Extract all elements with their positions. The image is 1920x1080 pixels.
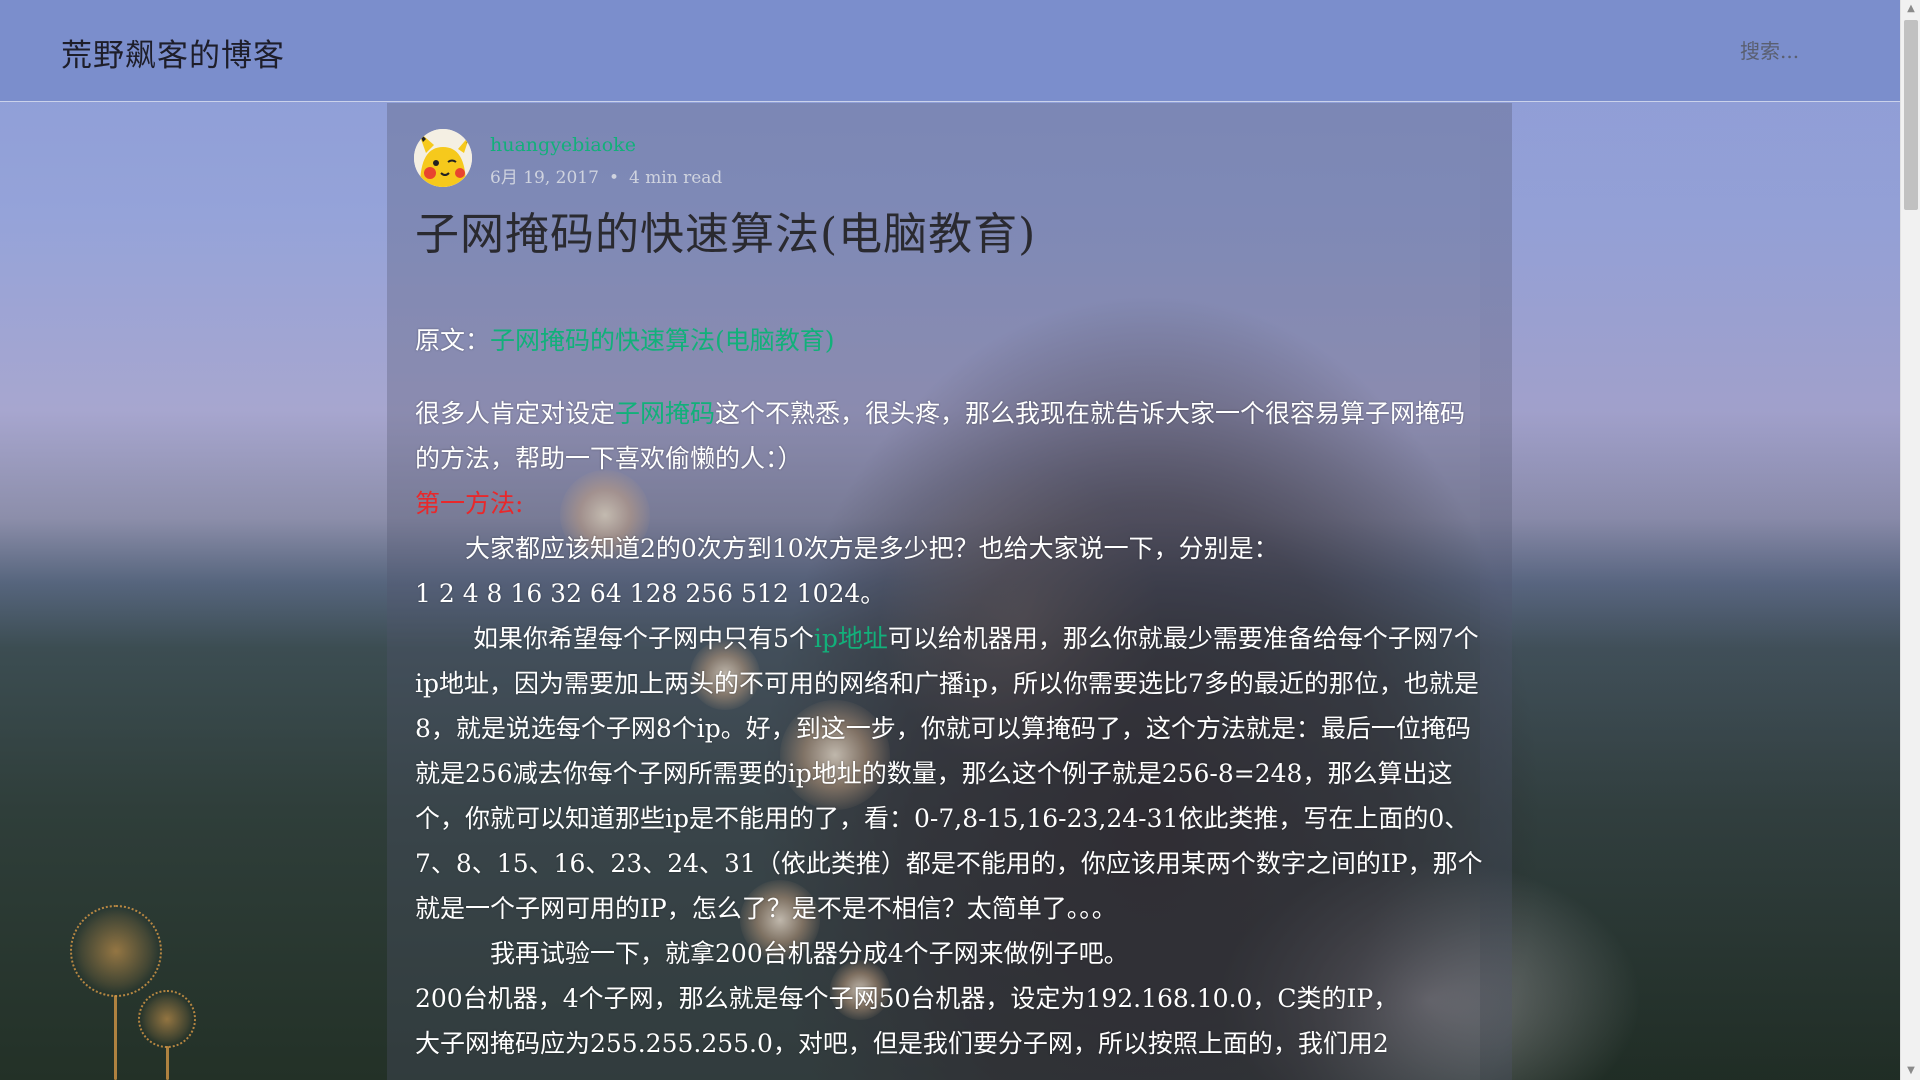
intro-paragraph: 很多人肯定对设定子网掩码这个不熟悉，很头疼，那么我现在就告诉大家一个很容易算子网… [415, 391, 1490, 481]
dandelion-decoration [70, 905, 162, 997]
article-body: 原文：子网掩码的快速算法(电脑教育) 很多人肯定对设定子网掩码这个不熟悉，很头疼… [415, 318, 1490, 1066]
source-link[interactable]: 子网掩码的快速算法(电脑教育) [490, 326, 835, 355]
author-avatar[interactable] [414, 129, 472, 187]
subnet-mask-link[interactable]: 子网掩码 [615, 399, 715, 428]
post-title: 子网掩码的快速算法(电脑教育) [415, 209, 1037, 260]
source-line: 原文：子网掩码的快速算法(电脑教育) [415, 318, 1490, 363]
intro-text: 很多人肯定对设定 [415, 399, 616, 428]
example-setup: 200台机器，4个子网，那么就是每个子网50台机器，设定为192.168.10.… [415, 984, 1399, 1013]
scroll-down-icon[interactable]: ▼ [1901, 1062, 1920, 1080]
author-name[interactable]: huangyebiaoke [490, 134, 636, 156]
site-title[interactable]: 荒野飙客的博客 [61, 30, 285, 75]
site-header: 荒野飙客的博客 [0, 0, 1900, 102]
example-intro: 我再试验一下，就拿200台机器分成4个子网来做例子吧。 [415, 939, 1129, 968]
pikachu-avatar-icon [414, 129, 472, 187]
scroll-thumb[interactable] [1904, 20, 1918, 210]
dandelion-stem [114, 995, 117, 1080]
dandelion-stem [166, 1046, 169, 1080]
method-heading: 第一方法: [415, 489, 524, 518]
read-time: 4 min read [628, 168, 723, 188]
search-input[interactable] [1740, 36, 1870, 66]
dandelion-decoration [138, 990, 196, 1048]
explanation-text-cont: 可以给机器用，那么你就最少需要准备给每个子网7个ip地址，因为需要加上两头的不可… [415, 624, 1483, 923]
example-cont: 大子网掩码应为255.255.255.0，对吧，但是我们要分子网，所以按照上面的… [415, 1029, 1389, 1058]
powers-list: 1 2 4 8 16 32 64 128 256 512 1024。 [415, 579, 886, 608]
powers-intro: 大家都应该知道2的0次方到10次方是多少把？也给大家说一下，分别是： [415, 534, 1279, 563]
page-scrollbar[interactable]: ▲ ▼ [1900, 0, 1920, 1080]
scroll-up-icon[interactable]: ▲ [1901, 0, 1920, 18]
meta-separator: • [608, 168, 619, 188]
method-explanation: 如果你希望每个子网中只有5个ip地址可以给机器用，那么你就最少需要准备给每个子网… [415, 616, 1490, 931]
explanation-text: 如果你希望每个子网中只有5个 [415, 624, 814, 653]
background-overlay [1480, 0, 1920, 1080]
ip-address-link[interactable]: ip地址 [814, 624, 888, 653]
post-meta: 6月 19, 2017 • 4 min read [490, 163, 722, 188]
source-prefix: 原文： [415, 326, 491, 355]
post-date: 6月 19, 2017 [490, 168, 599, 188]
